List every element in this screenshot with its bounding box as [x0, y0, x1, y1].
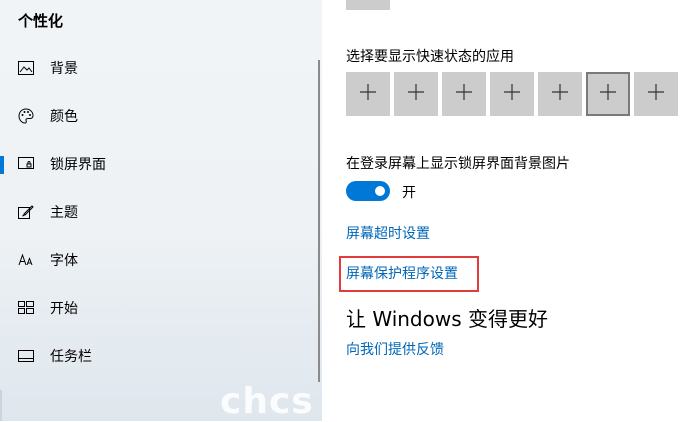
quick-status-tiles — [346, 72, 678, 116]
window-edge — [0, 390, 2, 421]
sidebar-title: 个性化 — [18, 12, 64, 30]
lock-screen-icon — [17, 155, 35, 173]
sidebar-item-theme[interactable]: 主题 — [0, 192, 318, 232]
screen-timeout-link[interactable]: 屏幕超时设置 — [346, 223, 430, 243]
plus-icon — [407, 83, 425, 105]
sidebar-scrollbar[interactable] — [318, 60, 320, 382]
sidebar-item-label: 颜色 — [50, 109, 78, 125]
plus-icon — [503, 83, 521, 105]
quick-status-tile-selected[interactable] — [586, 72, 630, 116]
show-background-toggle[interactable] — [346, 181, 390, 201]
sidebar-item-background[interactable]: 背景 — [0, 48, 318, 88]
plus-icon — [647, 83, 665, 105]
highlight-box — [339, 256, 479, 292]
plus-icon — [359, 83, 377, 105]
start-grid-icon — [17, 299, 35, 317]
toggle-knob — [375, 186, 385, 196]
sidebar-item-lock-screen[interactable]: 锁屏界面 — [0, 144, 318, 184]
sidebar-item-label: 任务栏 — [50, 349, 92, 365]
quick-status-label: 选择要显示快速状态的应用 — [346, 49, 514, 65]
plus-icon — [455, 83, 473, 105]
theme-brush-icon — [17, 203, 35, 221]
sidebar-item-label: 锁屏界面 — [50, 157, 106, 173]
sidebar: 个性化 背景 颜色 锁屏界面 主题 字体 开始 任务栏 chcs — [0, 0, 322, 422]
quick-status-tile[interactable] — [490, 72, 534, 116]
image-icon — [17, 59, 35, 77]
feedback-link[interactable]: 向我们提供反馈 — [346, 339, 444, 359]
quick-status-tile[interactable] — [442, 72, 486, 116]
sidebar-item-label: 开始 — [50, 301, 78, 317]
improve-windows-heading: 让 Windows 变得更好 — [346, 307, 548, 331]
taskbar-icon — [17, 347, 35, 365]
quick-status-tile[interactable] — [394, 72, 438, 116]
toggle-state-label: 开 — [402, 185, 416, 201]
main-content: 选择要显示快速状态的应用 在登录屏幕上显示锁屏界面背景图片 开 屏幕超时设置 屏… — [322, 0, 696, 421]
app-tile-partial[interactable] — [346, 0, 390, 10]
plus-icon — [599, 83, 617, 105]
quick-status-tile[interactable] — [538, 72, 582, 116]
sidebar-item-color[interactable]: 颜色 — [0, 96, 318, 136]
sidebar-item-label: 主题 — [50, 205, 78, 221]
quick-status-tile[interactable] — [634, 72, 678, 116]
palette-icon — [17, 107, 35, 125]
sidebar-item-taskbar[interactable]: 任务栏 — [0, 336, 318, 376]
show-background-label: 在登录屏幕上显示锁屏界面背景图片 — [346, 156, 570, 172]
sidebar-item-label: 背景 — [50, 61, 78, 77]
plus-icon — [551, 83, 569, 105]
font-icon — [17, 251, 35, 269]
active-indicator — [0, 156, 4, 174]
sidebar-item-label: 字体 — [50, 253, 78, 269]
watermark-text: chcs — [220, 381, 314, 422]
sidebar-item-start[interactable]: 开始 — [0, 288, 318, 328]
sidebar-item-fonts[interactable]: 字体 — [0, 240, 318, 280]
quick-status-tile[interactable] — [346, 72, 390, 116]
